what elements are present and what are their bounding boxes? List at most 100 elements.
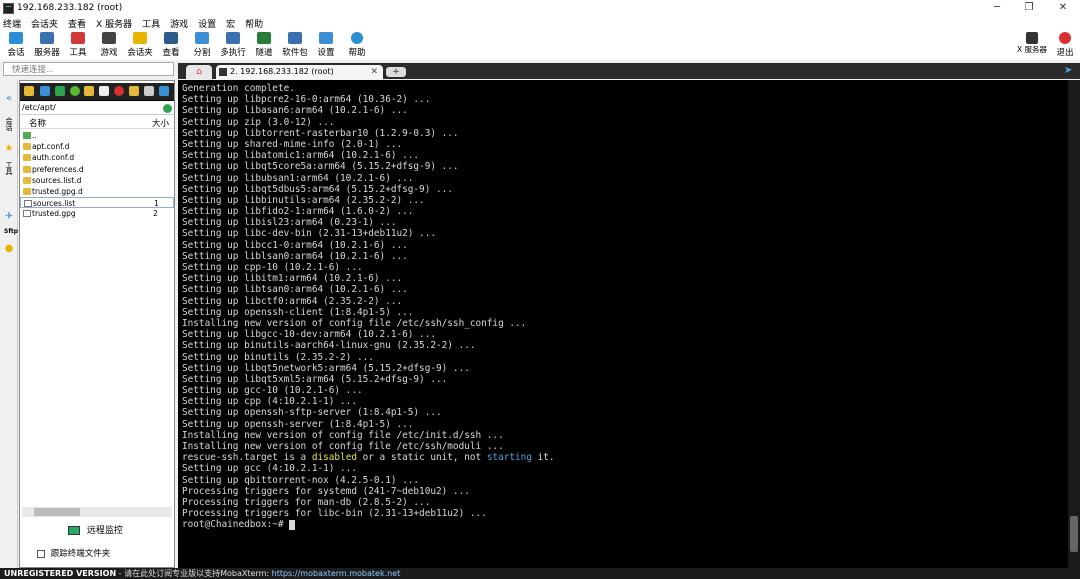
sftp-new-file-icon[interactable] bbox=[99, 86, 109, 96]
view-icon bbox=[164, 32, 178, 44]
collapse-chevron-icon[interactable]: « bbox=[4, 94, 14, 104]
sftp-file-icon[interactable] bbox=[144, 86, 154, 96]
sidebar-tab-sessions[interactable]: 会话 bbox=[4, 118, 14, 132]
sftp-new-folder-icon[interactable] bbox=[84, 86, 94, 96]
terminal-line: Setting up binutils-aarch64-linux-gnu (2… bbox=[182, 340, 476, 352]
terminal-line: Setting up libpcre2-16-0:arm64 (10.36-2)… bbox=[182, 94, 431, 106]
sidebar-send-icon[interactable]: ✈ bbox=[4, 212, 14, 222]
terminal-pane[interactable]: Generation complete. Setting up libpcre2-… bbox=[178, 80, 1080, 568]
scrollbar-thumb[interactable] bbox=[34, 508, 80, 516]
maximize-button[interactable]: ❐ bbox=[1014, 0, 1044, 16]
folder-icon bbox=[23, 143, 31, 151]
home-tab[interactable]: ⌂ bbox=[186, 65, 212, 79]
sftp-open-folder-icon[interactable] bbox=[24, 86, 34, 96]
file-row-selected[interactable]: sources.list 1 bbox=[20, 197, 174, 209]
terminal-prompt[interactable]: root@Chainedbox:~# bbox=[182, 519, 555, 530]
menu-sessions[interactable]: 会话夹 bbox=[31, 17, 58, 30]
terminal-scrollbar[interactable] bbox=[1068, 80, 1080, 568]
close-tab-icon[interactable]: ✕ bbox=[370, 65, 378, 79]
multiexec-button[interactable]: 多执行 bbox=[218, 32, 248, 60]
terminal-line: Processing triggers for man-db (2.8.5-2)… bbox=[182, 496, 431, 508]
menu-view[interactable]: 查看 bbox=[68, 17, 86, 30]
power-icon bbox=[1059, 32, 1071, 44]
sidebar-macro-icon[interactable]: ● bbox=[4, 244, 14, 254]
file-row[interactable]: auth.conf.d bbox=[20, 152, 174, 163]
column-name[interactable]: 名称 bbox=[29, 117, 46, 129]
session-button[interactable]: 会话 bbox=[1, 32, 31, 60]
tools-button[interactable]: 工具 bbox=[63, 32, 93, 60]
sftp-refresh-icon[interactable] bbox=[70, 86, 80, 96]
terminal-line: Setting up libitm1:arm64 (10.2.1-6) ... bbox=[182, 273, 403, 285]
exit-button[interactable]: 退出 bbox=[1050, 32, 1080, 60]
monitor-icon bbox=[68, 526, 80, 535]
sidebar-tab-tools[interactable]: 工具 bbox=[4, 162, 14, 176]
servers-button[interactable]: 服务器 bbox=[32, 32, 62, 60]
menu-macros[interactable]: 宏 bbox=[226, 17, 235, 30]
window-title: 192.168.233.182 (root) bbox=[17, 3, 123, 13]
terminal-line: Setting up libctf0:arm64 (2.35.2-2) ... bbox=[182, 295, 403, 307]
terminal-line: Setting up binutils (2.35.2-2) ... bbox=[182, 351, 374, 363]
menu-settings[interactable]: 设置 bbox=[198, 17, 216, 30]
sftp-upload-icon[interactable] bbox=[55, 86, 65, 96]
file-row[interactable]: trusted.gpg.d bbox=[20, 186, 174, 197]
menu-xserver[interactable]: X 服务器 bbox=[96, 17, 132, 30]
menu-tools[interactable]: 工具 bbox=[142, 17, 160, 30]
terminal-line: Installing new version of config file /e… bbox=[182, 429, 504, 441]
xserver-button[interactable]: X 服务器 bbox=[1016, 32, 1048, 60]
minimize-button[interactable]: ─ bbox=[982, 0, 1012, 16]
menu-bar: 终端 会话夹 查看 X 服务器 工具 游戏 设置 宏 帮助 bbox=[0, 16, 1080, 30]
file-row[interactable]: trusted.gpg 2 bbox=[20, 208, 174, 219]
terminal-line: rescue-ssh.target is a disabled or a sta… bbox=[182, 452, 555, 464]
follow-folder-checkbox[interactable] bbox=[37, 549, 45, 558]
file-row[interactable]: apt.conf.d bbox=[20, 141, 174, 152]
terminal-line: Setting up libubsan1:arm64 (10.2.1-6) ..… bbox=[182, 172, 414, 184]
file-row-parent[interactable]: .. bbox=[20, 130, 174, 141]
sidebar-tab-sftp[interactable]: Sftp bbox=[4, 228, 18, 235]
sftp-path-bar[interactable]: /etc/apt/ bbox=[20, 102, 174, 115]
sessions-folder-button[interactable]: 会话夹 bbox=[125, 32, 155, 60]
column-size[interactable]: 大小 bbox=[152, 117, 169, 129]
xserver-icon bbox=[1026, 32, 1038, 44]
menu-games[interactable]: 游戏 bbox=[170, 17, 188, 30]
terminal-line: Generation complete. bbox=[182, 83, 295, 94]
folder-icon bbox=[23, 154, 31, 162]
tunneling-button[interactable]: 隧道 bbox=[249, 32, 279, 60]
multiexec-icon bbox=[226, 32, 240, 44]
packages-button[interactable]: 软件包 bbox=[280, 32, 310, 60]
path-ok-icon[interactable] bbox=[163, 104, 172, 113]
terminal-line: Setting up openssh-sftp-server (1:8.4p1-… bbox=[182, 407, 442, 419]
mobaxterm-app-icon bbox=[3, 2, 14, 14]
sftp-sync-icon[interactable] bbox=[159, 86, 169, 96]
sftp-download-icon[interactable] bbox=[40, 86, 50, 96]
view-button[interactable]: 查看 bbox=[156, 32, 186, 60]
folder-icon bbox=[23, 187, 31, 195]
sftp-horizontal-scrollbar[interactable] bbox=[22, 507, 172, 517]
terminal-line: Setting up libc-dev-bin (2.31-13+deb11u2… bbox=[182, 228, 436, 240]
tools-icon bbox=[71, 32, 85, 44]
session-tab-label: 2. 192.168.233.182 (root) bbox=[230, 67, 334, 76]
new-tab-button[interactable]: + bbox=[386, 67, 406, 77]
subscribe-link[interactable]: https://mobaxterm.mobatek.net bbox=[272, 569, 401, 578]
menu-help[interactable]: 帮助 bbox=[245, 17, 263, 30]
terminal-line: Setting up openssh-server (1:8.4p1-5) ..… bbox=[182, 418, 414, 430]
session-tab[interactable]: 2. 192.168.233.182 (root) ✕ bbox=[216, 65, 383, 79]
menu-terminal[interactable]: 终端 bbox=[3, 17, 21, 30]
sftp-delete-icon[interactable] bbox=[114, 86, 124, 96]
terminal-scrollbar-thumb[interactable] bbox=[1070, 516, 1078, 552]
games-button[interactable]: 游戏 bbox=[94, 32, 124, 60]
close-window-button[interactable]: ✕ bbox=[1048, 0, 1078, 16]
games-icon bbox=[102, 32, 116, 44]
file-row[interactable]: preferences.d bbox=[20, 164, 174, 175]
help-button[interactable]: 帮助 bbox=[342, 32, 372, 60]
sftp-wrench-icon[interactable] bbox=[129, 86, 139, 96]
send-icon[interactable]: ➤ bbox=[1064, 65, 1076, 77]
settings-button[interactable]: 设置 bbox=[311, 32, 341, 60]
remote-monitoring-button[interactable]: 远程监控 bbox=[68, 523, 123, 536]
file-row[interactable]: sources.list.d bbox=[20, 175, 174, 186]
quick-connect-input[interactable] bbox=[3, 62, 174, 76]
packages-icon bbox=[288, 32, 302, 44]
follow-terminal-folder[interactable]: 跟踪终端文件夹 bbox=[37, 547, 110, 559]
status-message: - 请在此处订阅专业版以支持MobaXterm: bbox=[116, 569, 272, 578]
sidebar-star-icon[interactable]: ★ bbox=[4, 144, 14, 154]
split-button[interactable]: 分割 bbox=[187, 32, 217, 60]
